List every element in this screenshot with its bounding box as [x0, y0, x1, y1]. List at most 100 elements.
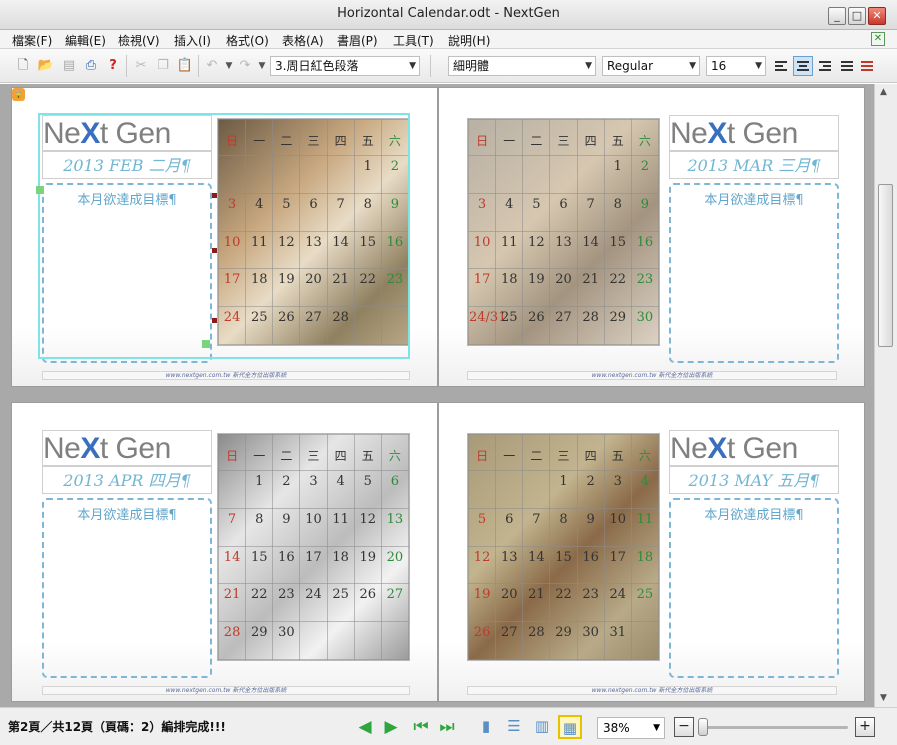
day-cell[interactable]: 4	[326, 470, 355, 509]
day-cell[interactable]: 12	[522, 230, 551, 270]
zoom-slider-knob[interactable]	[698, 718, 708, 736]
day-cell[interactable]: 12	[353, 507, 382, 547]
day-cell[interactable]: 29	[549, 621, 578, 660]
menu-view[interactable]: 檢視(V)	[118, 32, 160, 49]
day-cell[interactable]: 11	[630, 507, 659, 547]
vertical-scrollbar[interactable]: ▲ ▼	[874, 84, 897, 707]
zoom-select[interactable]: 38% ▼	[597, 717, 665, 739]
day-cell[interactable]: 29	[245, 621, 274, 660]
save-icon[interactable]: ▤	[60, 57, 78, 75]
calendar-grid[interactable]: 日一二三四五六 1 2 3 4 5 6 7 8 9 10 11 12 13 14 15 16 17 18 19 20 21…	[217, 433, 410, 661]
close-button[interactable]: ✕	[868, 7, 886, 25]
day-cell[interactable]: 1	[245, 470, 274, 509]
paragraph-style-select[interactable]: 3.周日紅色段落 ▼	[270, 56, 420, 76]
day-cell[interactable]: 24/31	[468, 306, 506, 345]
day-cell[interactable]	[468, 470, 497, 509]
menu-file[interactable]: 檔案(F)	[12, 32, 52, 49]
day-cell[interactable]	[495, 470, 524, 509]
day-cell[interactable]: 6	[495, 507, 524, 547]
day-cell[interactable]	[549, 155, 578, 194]
day-cell[interactable]: 12	[468, 545, 497, 585]
menu-format[interactable]: 格式(O)	[226, 32, 269, 49]
day-cell[interactable]	[353, 621, 382, 660]
cut-icon[interactable]: ✂	[132, 57, 150, 75]
menu-help[interactable]: 說明(H)	[448, 32, 490, 49]
day-cell[interactable]: 27	[380, 583, 409, 623]
day-cell[interactable]	[218, 470, 247, 509]
goal-box[interactable]: 本月欲達成目標¶	[669, 183, 839, 363]
day-cell[interactable]: 27	[549, 306, 578, 345]
day-cell[interactable]: 23	[272, 583, 301, 623]
day-cell[interactable]: 10	[468, 230, 497, 270]
day-cell[interactable]: 8	[245, 507, 274, 547]
day-cell[interactable]: 5	[353, 470, 382, 509]
day-cell[interactable]: 1	[549, 470, 578, 509]
day-cell[interactable]: 20	[495, 583, 524, 623]
day-cell[interactable]	[326, 621, 355, 660]
day-cell[interactable]: 20	[380, 545, 409, 585]
day-cell[interactable]: 21	[218, 583, 247, 623]
day-cell[interactable]: 28	[522, 621, 551, 660]
minimize-button[interactable]: _	[828, 7, 846, 25]
align-justify-icon[interactable]	[837, 56, 857, 76]
day-cell[interactable]: 19	[522, 268, 551, 308]
paste-icon[interactable]: 📋	[176, 57, 194, 75]
redo-dropdown-icon[interactable]: ▼	[253, 57, 271, 75]
day-cell[interactable]: 15	[245, 545, 274, 585]
day-cell[interactable]	[468, 155, 497, 194]
day-cell[interactable]: 25	[495, 306, 524, 345]
day-cell[interactable]: 13	[380, 507, 409, 547]
day-cell[interactable]: 17	[468, 268, 497, 308]
day-cell[interactable]: 10	[603, 507, 632, 547]
day-cell[interactable]: 15	[549, 545, 578, 585]
day-cell[interactable]: 13	[549, 230, 578, 270]
day-cell[interactable]: 18	[495, 268, 524, 308]
maximize-button[interactable]: □	[848, 7, 866, 25]
calendar-page-apr[interactable]: NeXt Gen 2013 APR 四月¶ 本月欲達成目標¶ 日一二三四五六12…	[11, 402, 438, 702]
redo-icon[interactable]: ↷	[236, 57, 254, 75]
day-cell[interactable]	[522, 470, 551, 509]
document-workspace[interactable]: NeXt Gen 2013 FEB 二月¶ 本月欲達成目標¶ 日一二三四五六12…	[0, 84, 874, 707]
two-column-view-icon[interactable]: ▥	[530, 715, 554, 739]
day-cell[interactable]: 10	[299, 507, 328, 547]
menu-table[interactable]: 表格(A)	[282, 32, 324, 49]
day-cell[interactable]: 9	[576, 507, 605, 547]
day-cell[interactable]: 17	[603, 545, 632, 585]
day-cell[interactable]: 4	[630, 470, 659, 509]
day-cell[interactable]: 22	[245, 583, 274, 623]
day-cell[interactable]: 13	[495, 545, 524, 585]
day-cell[interactable]: 26	[522, 306, 551, 345]
day-cell[interactable]: 27	[495, 621, 524, 660]
day-cell[interactable]: 23	[576, 583, 605, 623]
day-cell[interactable]: 22	[603, 268, 632, 308]
day-cell[interactable]: 14	[576, 230, 605, 270]
day-cell[interactable]: 2	[630, 155, 659, 194]
day-cell[interactable]: 26	[353, 583, 382, 623]
font-name-select[interactable]: 細明體 ▼	[448, 56, 596, 76]
copy-icon[interactable]: ❐	[154, 57, 172, 75]
day-cell[interactable]: 29	[603, 306, 632, 345]
day-cell[interactable]: 8	[549, 507, 578, 547]
print-icon[interactable]: ⎙	[82, 57, 100, 75]
day-cell[interactable]: 8	[603, 192, 632, 232]
scroll-up-icon[interactable]: ▲	[880, 87, 887, 97]
day-cell[interactable]: 5	[468, 507, 497, 547]
day-cell[interactable]: 25	[326, 583, 355, 623]
day-cell[interactable]: 22	[549, 583, 578, 623]
align-distributed-icon[interactable]	[857, 56, 877, 76]
next-page-icon[interactable]: ▶	[380, 716, 402, 738]
day-cell[interactable]: 9	[272, 507, 301, 547]
undo-icon[interactable]: ↶	[203, 57, 221, 75]
day-cell[interactable]: 26	[468, 621, 497, 660]
day-cell[interactable]: 16	[630, 230, 659, 270]
resize-handle[interactable]	[202, 340, 210, 348]
day-cell[interactable]: 2	[576, 470, 605, 509]
day-cell[interactable]	[299, 621, 328, 660]
scrollbar-thumb[interactable]	[878, 184, 893, 347]
day-cell[interactable]: 11	[495, 230, 524, 270]
font-style-select[interactable]: Regular ▼	[602, 56, 700, 76]
day-cell[interactable]: 30	[576, 621, 605, 660]
day-cell[interactable]: 21	[522, 583, 551, 623]
day-cell[interactable]: 5	[522, 192, 551, 232]
day-cell[interactable]: 18	[630, 545, 659, 585]
